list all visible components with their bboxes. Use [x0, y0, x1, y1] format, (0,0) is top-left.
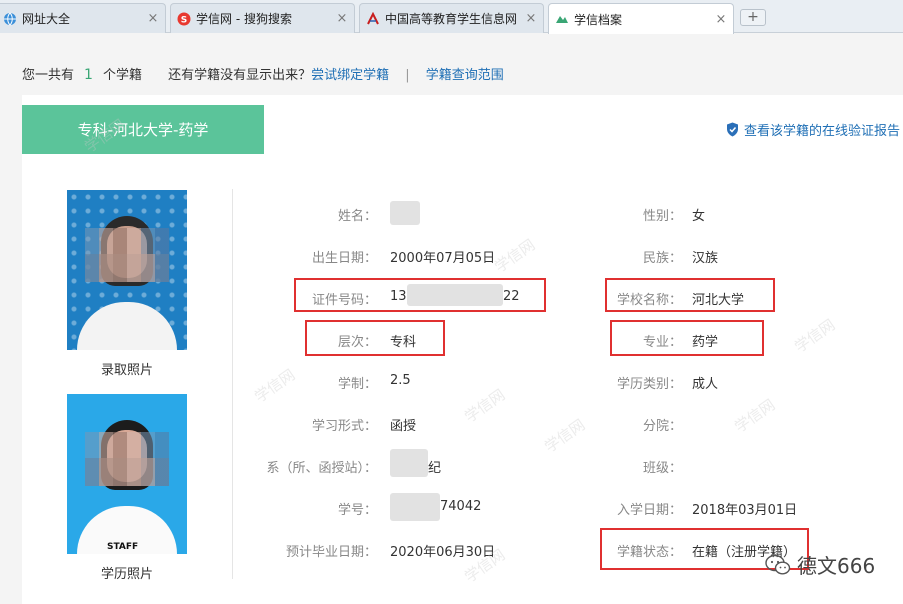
summary-prefix: 您一共有	[22, 68, 75, 83]
wechat-account-name: 德文666	[797, 554, 876, 578]
department-value: 纪	[428, 461, 442, 476]
new-tab-button[interactable]: +	[740, 9, 766, 26]
gender-label: 性别：	[642, 209, 682, 224]
name-label: 姓名：	[337, 209, 377, 224]
enrollment-title[interactable]: 专科-河北大学-药学	[22, 105, 264, 154]
education-type-label: 学历类别：	[616, 377, 682, 392]
redacted-student-id	[390, 493, 440, 521]
tab-label: 网址大全	[22, 12, 71, 26]
student-id-value: 74042	[440, 499, 482, 514]
highlight-major	[610, 320, 764, 356]
enrollment-date-label: 入学日期：	[616, 503, 682, 518]
svg-text:S: S	[181, 15, 187, 25]
watermark: 学信网	[731, 395, 779, 437]
sogou-s-icon: S	[177, 12, 191, 26]
tab-label: 学信档案	[574, 12, 623, 27]
enrollment-summary: 您一共有 1 个学籍 还有学籍没有显示出来？尝试绑定学籍 | 学籍查询范围	[22, 64, 504, 83]
query-scope-link[interactable]: 学籍查询范围	[426, 68, 504, 83]
tab-label: 中国高等教育学生信息网	[385, 12, 518, 26]
watermark: 学信网	[491, 235, 539, 277]
shirt-print: STAFF	[107, 542, 139, 552]
education-type-value: 成人	[692, 377, 719, 392]
admission-photo	[67, 190, 187, 350]
gender-value: 女	[692, 209, 706, 224]
close-icon[interactable]: ×	[336, 11, 348, 26]
shield-icon	[727, 122, 738, 137]
browser-tab-bar: 网址大全 × S 学信网 - 搜狗搜索 × 中国高等教育学生信息网 × 学信档案…	[0, 0, 903, 34]
birthdate-value: 2000年07月05日	[390, 251, 496, 266]
duration-label: 学制：	[337, 377, 377, 392]
redacted-department	[390, 449, 428, 477]
missing-question: 还有学籍没有显示出来？	[168, 68, 312, 83]
tab-label: 学信网 - 搜狗搜索	[196, 12, 292, 26]
student-id-label: 学号：	[337, 503, 377, 518]
ethnicity-label: 民族：	[642, 251, 682, 266]
enrollment-date-value: 2018年03月01日	[692, 503, 798, 518]
tab-chsi-home[interactable]: 中国高等教育学生信息网 ×	[359, 3, 544, 33]
department-label: 系（所、函授站）：	[266, 461, 377, 476]
degree-photo-caption: 学历照片	[100, 567, 153, 582]
separator: |	[405, 68, 410, 83]
chsi-logo-icon	[366, 11, 380, 26]
study-mode-value: 函授	[390, 419, 417, 434]
close-icon[interactable]: ×	[715, 12, 727, 27]
bind-enrollment-link[interactable]: 尝试绑定学籍	[311, 68, 389, 83]
close-icon[interactable]: ×	[525, 11, 537, 26]
class-label: 班级：	[642, 461, 682, 476]
branch-label: 分院：	[642, 419, 682, 434]
enrollment-count: 1	[84, 67, 93, 83]
tab-xuexin-archive[interactable]: 学信档案 ×	[548, 3, 734, 34]
degree-photo: STAFF	[67, 394, 187, 554]
study-mode-label: 学习形式：	[311, 419, 377, 434]
birthdate-label: 出生日期：	[311, 251, 377, 266]
verify-report-link[interactable]: 查看该学籍的在线验证报告	[726, 120, 900, 139]
enrollment-card: 专科-河北大学-药学 查看该学籍的在线验证报告 录取照片 STAFF 学历照片 …	[22, 95, 903, 604]
admission-photo-caption: 录取照片	[100, 363, 153, 378]
close-icon[interactable]: ×	[147, 11, 159, 26]
watermark: 学信网	[461, 385, 509, 427]
watermark: 学信网	[791, 315, 839, 357]
summary-suffix: 个学籍	[102, 68, 142, 83]
wechat-watermark: 德文666	[765, 550, 875, 579]
duration-value: 2.5	[390, 373, 411, 388]
highlight-id-number	[294, 278, 546, 312]
verify-report-label: 查看该学籍的在线验证报告	[744, 124, 901, 139]
redacted-name	[390, 201, 420, 225]
expected-graduation-value: 2020年06月30日	[390, 545, 496, 560]
ethnicity-value: 汉族	[692, 251, 719, 266]
chsi-green-icon	[555, 12, 569, 26]
tab-url-directory[interactable]: 网址大全 ×	[0, 3, 166, 33]
highlight-school-name	[605, 278, 775, 312]
wechat-icon	[765, 554, 791, 575]
highlight-level	[305, 320, 445, 356]
expected-graduation-label: 预计毕业日期：	[285, 545, 377, 560]
globe-icon	[3, 12, 17, 26]
tab-sogou-search[interactable]: S 学信网 - 搜狗搜索 ×	[170, 3, 355, 33]
